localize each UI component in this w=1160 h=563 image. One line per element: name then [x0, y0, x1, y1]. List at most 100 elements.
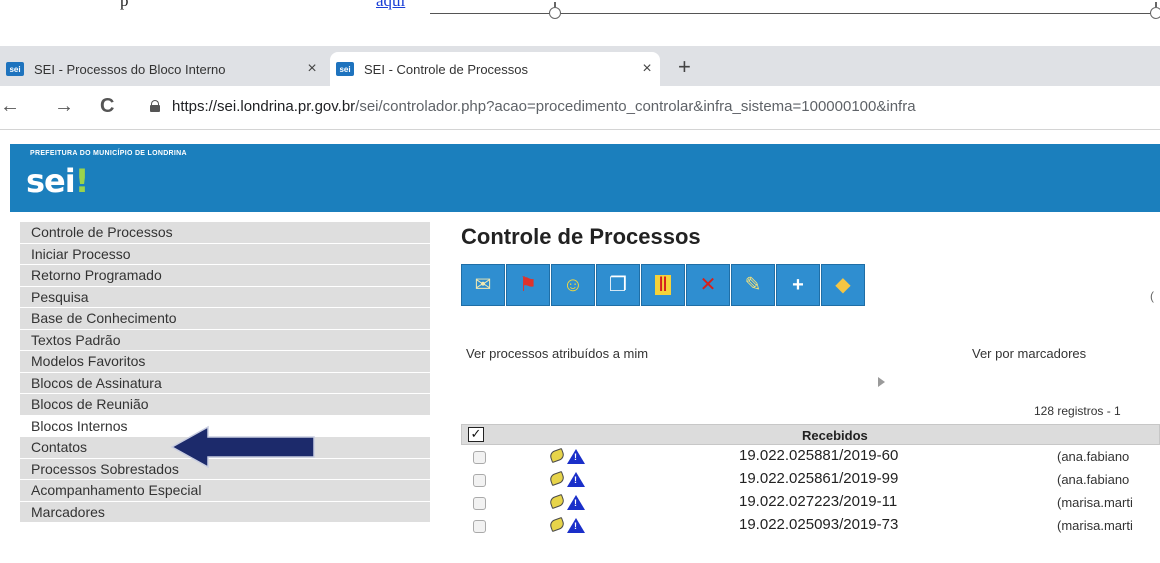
sidebar-item-pesquisa[interactable]: Pesquisa [20, 286, 430, 308]
sei-favicon-icon: sei [336, 62, 354, 76]
row-icons: ! [548, 470, 585, 487]
new-document-icon: + [792, 274, 804, 296]
toolbar: ✉ ⚑ ☺ ❐ Ⅱ ✕ ✎ + ◆ [461, 264, 866, 306]
sidebar-item-iniciar-processo[interactable]: Iniciar Processo [20, 243, 430, 265]
tab-title: SEI - Controle de Processos [364, 61, 529, 77]
conclude-process-button[interactable]: ✕ [686, 264, 730, 306]
annotation-icon[interactable] [548, 470, 566, 487]
lock-icon[interactable] [150, 100, 160, 112]
process-table: ✓ Recebidos ! 19.022.025881/2019-60 (ana… [461, 424, 1160, 537]
sidebar-item-marcadores[interactable]: Marcadores [20, 501, 430, 523]
annotation-icon[interactable] [548, 447, 566, 464]
table-row: ! 19.022.025093/2019-73 (marisa.marti [461, 514, 1160, 537]
page: p aqui sei SEI - Processos do Bloco Inte… [0, 0, 1160, 563]
conclude-process-icon: ✕ [699, 274, 717, 296]
assign-process-icon: ☺ [562, 274, 584, 296]
logo-text: sei [26, 162, 76, 200]
resize-handle-icon[interactable] [1150, 2, 1160, 19]
sidebar-item-blocos-de-assinatura[interactable]: Blocos de Assinatura [20, 372, 430, 394]
assigned-user: (ana.fabiano [1057, 472, 1130, 487]
row-icons: ! [548, 516, 585, 533]
tab-controle-processos[interactable]: sei SEI - Controle de Processos × [330, 52, 660, 86]
table-row: ! 19.022.025881/2019-60 (ana.fabiano [461, 445, 1160, 468]
update-progress-icon: ⚑ [519, 274, 537, 296]
annotation-icon[interactable] [548, 516, 566, 533]
new-document-button[interactable]: + [776, 264, 820, 306]
document-text: p [120, 0, 129, 10]
sei-logo[interactable]: sei! [26, 162, 90, 200]
sidebar-item-modelos-favoritos[interactable]: Modelos Favoritos [20, 351, 430, 373]
assigned-user: (marisa.marti [1057, 518, 1133, 533]
sidebar-item-acompanhamento-especial[interactable]: Acompanhamento Especial [20, 480, 430, 502]
assign-process-button[interactable]: ☺ [551, 264, 595, 306]
sei-header: PREFEITURA DO MUNICÍPIO DE LONDRINA sei! [10, 144, 1160, 212]
sidebar-item-retorno-programado[interactable]: Retorno Programado [20, 265, 430, 287]
tab-bloco-interno[interactable]: sei SEI - Processos do Bloco Interno × [0, 52, 325, 86]
send-process-button[interactable]: ✉ [461, 264, 505, 306]
warning-icon[interactable]: ! [567, 518, 585, 533]
forward-icon[interactable]: → [54, 96, 74, 116]
record-count: 128 registros - 1 [1034, 404, 1121, 418]
reload-icon[interactable]: C [100, 96, 114, 116]
address-bar: ← → C https://sei.londrina.pr.gov.br/sei… [0, 86, 1160, 130]
sidebar-item-base-de-conhecimento[interactable]: Base de Conhecimento [20, 308, 430, 330]
suspend-process-button[interactable]: Ⅱ [641, 264, 685, 306]
play-icon[interactable] [878, 377, 885, 387]
rotate-handle-icon[interactable] [549, 2, 561, 19]
close-icon[interactable]: × [634, 60, 660, 78]
page-title: Controle de Processos [461, 224, 701, 249]
annotation-icon[interactable] [548, 493, 566, 510]
url-path: /sei/controlador.php?acao=procedimento_c… [355, 98, 916, 115]
pointer-arrow-icon [170, 425, 315, 469]
close-icon[interactable]: × [299, 60, 325, 78]
document-fragment: p aqui [0, 0, 1160, 30]
row-checkbox[interactable] [473, 451, 486, 464]
marker-button[interactable]: ◆ [821, 264, 865, 306]
logo-mark: ! [74, 162, 90, 200]
row-icons: ! [548, 493, 585, 510]
warning-icon[interactable]: ! [567, 495, 585, 510]
document-divider [430, 13, 1160, 14]
browser-tab-bar: sei SEI - Processos do Bloco Interno × s… [0, 46, 1160, 86]
view-by-markers-link[interactable]: Ver por marcadores [972, 346, 1086, 361]
select-all-checkbox[interactable]: ✓ [468, 427, 484, 442]
row-checkbox[interactable] [473, 520, 486, 533]
new-tab-icon[interactable]: + [678, 50, 691, 84]
sei-favicon-icon: sei [6, 62, 24, 76]
process-number-link[interactable]: 19.022.025861/2019-99 [739, 470, 898, 487]
annotations-button[interactable]: ✎ [731, 264, 775, 306]
warning-icon[interactable]: ! [567, 472, 585, 487]
tab-title: SEI - Processos do Bloco Interno [34, 61, 226, 77]
suspend-process-icon: Ⅱ [655, 275, 671, 295]
organization-name: PREFEITURA DO MUNICÍPIO DE LONDRINA [30, 150, 187, 157]
table-header-label: Recebidos [802, 428, 868, 443]
sidebar-item-blocos-de-reuniao[interactable]: Blocos de Reunião [20, 394, 430, 416]
row-checkbox[interactable] [473, 474, 486, 487]
sidebar-item-textos-padrao[interactable]: Textos Padrão [20, 329, 430, 351]
row-checkbox[interactable] [473, 497, 486, 510]
annotations-icon: ✎ [744, 274, 762, 296]
url-host: https://sei.londrina.pr.gov.br [172, 98, 356, 115]
sidebar-item-controle-de-processos[interactable]: Controle de Processos [20, 222, 430, 244]
process-number-link[interactable]: 19.022.025093/2019-73 [739, 516, 898, 533]
marker-tag-icon: ◆ [835, 274, 851, 296]
url-field[interactable]: https://sei.londrina.pr.gov.br/sei/contr… [172, 98, 916, 115]
back-icon[interactable]: ← [0, 96, 20, 116]
send-process-icon: ✉ [474, 274, 492, 296]
assigned-user: (marisa.marti [1057, 495, 1133, 510]
generate-pdf-button[interactable]: ❐ [596, 264, 640, 306]
process-number-link[interactable]: 19.022.027223/2019-11 [739, 493, 897, 510]
edge-mark: ( [1150, 289, 1154, 303]
update-progress-button[interactable]: ⚑ [506, 264, 550, 306]
row-icons: ! [548, 447, 585, 464]
assigned-user: (ana.fabiano [1057, 449, 1130, 464]
table-row: ! 19.022.027223/2019-11 (marisa.marti [461, 491, 1160, 514]
document-link[interactable]: aqui [376, 0, 405, 11]
table-header: ✓ Recebidos [461, 424, 1160, 445]
process-number-link[interactable]: 19.022.025881/2019-60 [739, 447, 898, 464]
table-row: ! 19.022.025861/2019-99 (ana.fabiano [461, 468, 1160, 491]
warning-icon[interactable]: ! [567, 449, 585, 464]
generate-pdf-icon: ❐ [609, 274, 627, 296]
sidebar-menu: Controle de Processos Iniciar Processo R… [10, 222, 436, 563]
assigned-to-me-link[interactable]: Ver processos atribuídos a mim [466, 346, 648, 361]
